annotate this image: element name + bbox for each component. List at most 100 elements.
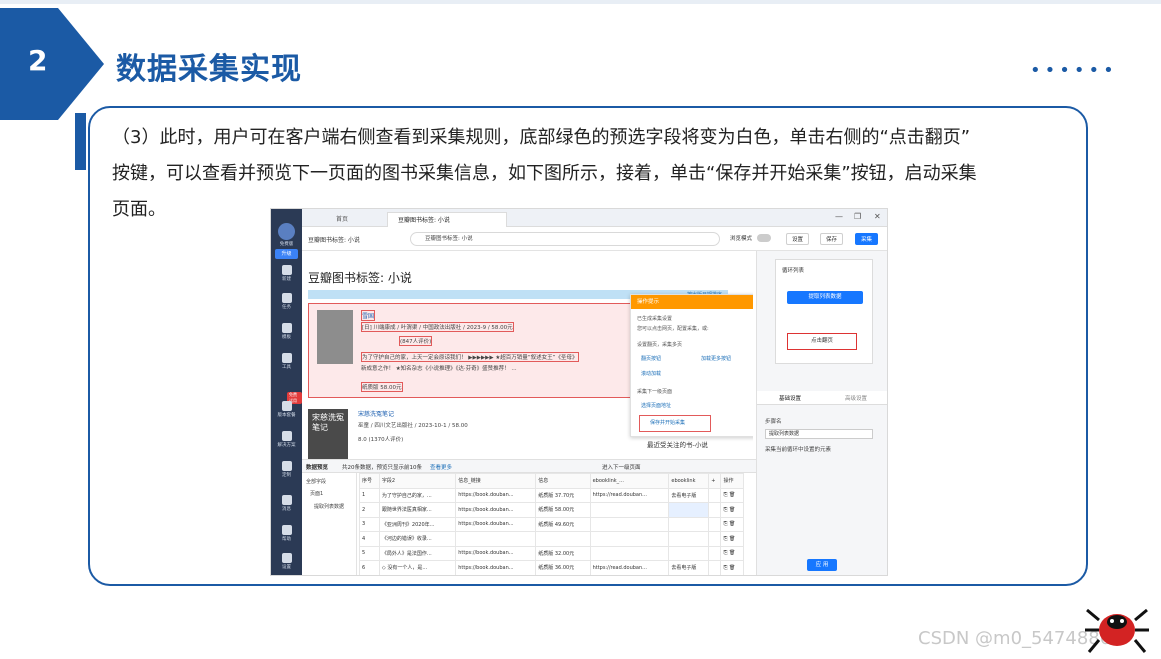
table-row: 5 《局外人》是法国作... https://book.douban... 纸质版 3… bbox=[359, 545, 744, 561]
section-title: 数据采集实现 bbox=[116, 52, 302, 87]
close-icon[interactable]: ✕ bbox=[874, 212, 881, 221]
table-row: 1 为了守护自己的家，... https://book.douban... 纸质版 3… bbox=[359, 487, 744, 503]
sidebar-item-label: 消息 bbox=[282, 507, 291, 512]
table-row: 4 《河边的错误》收录... ⎘ 🗑 bbox=[359, 531, 744, 547]
table-cell: 3 bbox=[359, 516, 380, 532]
sidebar-item-plans[interactable]: 版本套餐 bbox=[275, 401, 298, 418]
sidebar-item-label: 解决方案 bbox=[277, 443, 296, 448]
book-cover bbox=[317, 310, 353, 364]
flag-icon bbox=[281, 293, 292, 303]
sidebar-item-label: 版本套餐 bbox=[277, 413, 296, 418]
tree-node[interactable]: 提取列表数据 bbox=[314, 503, 344, 510]
row-actions[interactable]: ⎘ 🗑 bbox=[720, 560, 744, 575]
row-actions[interactable]: ⎘ 🗑 bbox=[720, 487, 744, 503]
table-cell: https://read.douban... bbox=[589, 560, 670, 575]
checkbox-label[interactable]: 采集当前循环中设置的元素 bbox=[765, 445, 875, 453]
toolbox-icon bbox=[281, 353, 292, 363]
book-cover: 宋慈洗冤笔记 bbox=[308, 409, 348, 459]
tip-option-scroll[interactable]: 滚动加载 bbox=[641, 370, 661, 377]
sidebar-item-new[interactable]: 新建 bbox=[275, 265, 298, 282]
sidebar-item-solutions[interactable]: 解决方案 bbox=[275, 431, 298, 448]
tip-group-title: 采集下一级页面 bbox=[637, 389, 673, 395]
sidebar-item-templates[interactable]: 模板 bbox=[275, 323, 298, 340]
row-actions[interactable]: ⎘ 🗑 bbox=[720, 516, 744, 532]
app-screenshot: 免费版 升级 新建 任务 模板 工具 免费试用 版本套餐 解决方案 定制 消息 … bbox=[270, 208, 888, 576]
sidebar-item-messages[interactable]: 消息 bbox=[275, 495, 298, 512]
save-button[interactable]: 保存 bbox=[820, 233, 844, 245]
tip-option-next-page[interactable]: 翻页按钮 bbox=[641, 355, 661, 362]
table-cell: 《局外人》是法国作... bbox=[378, 545, 457, 561]
minimize-icon[interactable]: — bbox=[835, 212, 843, 221]
avatar[interactable] bbox=[278, 223, 295, 240]
table-cell: 纸质版 32.00元 bbox=[535, 545, 591, 561]
column-header[interactable]: 序号 bbox=[359, 473, 380, 489]
table-cell: ◇ 没有一个人，是... bbox=[378, 560, 457, 575]
table-cell bbox=[668, 545, 710, 561]
tree-node[interactable]: 全部字段 bbox=[306, 478, 326, 485]
column-header[interactable]: 信息 bbox=[535, 473, 591, 489]
sidebar-item-help[interactable]: 帮助 bbox=[275, 525, 298, 542]
column-header[interactable]: ebooklink_... bbox=[589, 473, 670, 489]
table-cell bbox=[589, 531, 670, 547]
sidebar-item-settings[interactable]: 设置 bbox=[275, 553, 298, 570]
restore-icon[interactable]: ❐ bbox=[854, 212, 861, 221]
settings-button[interactable]: 设置 bbox=[786, 233, 810, 245]
table-cell: 2 bbox=[359, 502, 380, 518]
table-cell-selected[interactable] bbox=[668, 502, 710, 518]
apply-button[interactable]: 应 用 bbox=[807, 559, 837, 571]
book-buy[interactable]: 纸质版 58.00元 bbox=[361, 382, 403, 392]
tree-node[interactable]: 页面1 bbox=[310, 490, 323, 497]
table-cell: 去看电子版 bbox=[668, 560, 710, 575]
table-cell bbox=[589, 516, 670, 532]
book-title[interactable]: 雪国 bbox=[361, 310, 376, 321]
tab-basic-settings[interactable]: 基础设置 bbox=[779, 394, 801, 402]
sidebar-item-label: 任务 bbox=[282, 305, 291, 310]
book-item-selected[interactable]: 雪国 [日] 川端康成 / 叶渭渠 / 中国政法出版社 / 2023-9 / 5… bbox=[308, 303, 633, 398]
crown-icon bbox=[281, 401, 292, 411]
sidebar-item-label: 工具 bbox=[282, 365, 291, 370]
tip-group-title: 设置翻页，采集多页 bbox=[637, 342, 683, 348]
tab-advanced-settings[interactable]: 高级设置 bbox=[845, 394, 867, 402]
book-desc: 新成意之作！ ★知名杂志《小说推理》《达·芬奇》盛赞推荐！ ... bbox=[361, 366, 517, 372]
sidebar-item-custom[interactable]: 定制 bbox=[275, 461, 298, 478]
table-cell: https://book.douban... bbox=[455, 560, 537, 575]
url-field[interactable]: 豆瓣图书标签: 小说 bbox=[410, 232, 720, 246]
tab-home[interactable]: 首页 bbox=[326, 212, 358, 227]
table-cell bbox=[708, 560, 722, 575]
tip-line: 已生成采集设置 bbox=[637, 316, 673, 322]
row-actions[interactable]: ⎘ 🗑 bbox=[720, 502, 744, 518]
add-column-button[interactable]: + bbox=[708, 473, 722, 489]
table-row: 2 跟随世界法医真相家... https://book.douban... 纸质版 5… bbox=[359, 502, 744, 518]
web-page: 豆瓣图书标签: 小说 按出版日期排序 雪国 [日] 川端康成 / 叶渭渠 / 中… bbox=[302, 251, 753, 459]
tip-option-select-link[interactable]: 选择页面地址 bbox=[641, 402, 671, 409]
sidebar-item-tools[interactable]: 工具 bbox=[275, 353, 298, 370]
save-and-start-button[interactable]: 保存并开始采集 bbox=[639, 415, 711, 432]
column-header[interactable]: ebooklink bbox=[668, 473, 710, 489]
click-page-step[interactable]: 点击翻页 bbox=[787, 333, 857, 350]
enter-next-level-button[interactable]: 进入下一级页面 bbox=[602, 463, 641, 471]
table-cell bbox=[708, 545, 722, 561]
book-title[interactable]: 宋慈洗冤笔记 bbox=[358, 409, 394, 418]
table-cell: 纸质版 36.00元 bbox=[535, 560, 591, 575]
row-actions[interactable]: ⎘ 🗑 bbox=[720, 545, 744, 561]
upgrade-button[interactable]: 升级 bbox=[275, 249, 298, 259]
column-header[interactable]: 信息_链接 bbox=[455, 473, 537, 489]
tab-douban[interactable]: 豆瓣图书标签: 小说 bbox=[387, 212, 507, 227]
browse-mode-toggle[interactable] bbox=[757, 234, 771, 242]
sidebar-item-label: 定制 bbox=[282, 473, 291, 478]
table-cell: 6 bbox=[359, 560, 380, 575]
row-actions[interactable]: ⎘ 🗑 bbox=[720, 531, 744, 547]
table-cell: 1 bbox=[359, 487, 380, 503]
column-header[interactable]: 字段2 bbox=[378, 473, 457, 489]
step-name-field[interactable]: 提取列表数据 bbox=[765, 429, 873, 439]
collect-button[interactable]: 采集 bbox=[855, 233, 879, 245]
solution-icon bbox=[281, 431, 292, 441]
extract-list-button[interactable]: 提取列表数据 bbox=[787, 291, 863, 304]
paragraph-line: （3）此时，用户可在客户端右侧查看到采集规则，底部绿色的预选字段将变为白色，单击… bbox=[112, 127, 971, 148]
template-icon bbox=[281, 323, 292, 333]
sidebar-item-tasks[interactable]: 任务 bbox=[275, 293, 298, 310]
book-desc: 为了守护自己的家，上天一定会原谅我们！ ▶▶▶▶▶▶ ★超百万销量“叙述女王”《… bbox=[361, 352, 579, 362]
view-more-link[interactable]: 查看更多 bbox=[430, 463, 452, 471]
table-cell: 纸质版 37.70元 bbox=[535, 487, 591, 503]
tip-option-load-more[interactable]: 加载更多按钮 bbox=[701, 355, 731, 362]
